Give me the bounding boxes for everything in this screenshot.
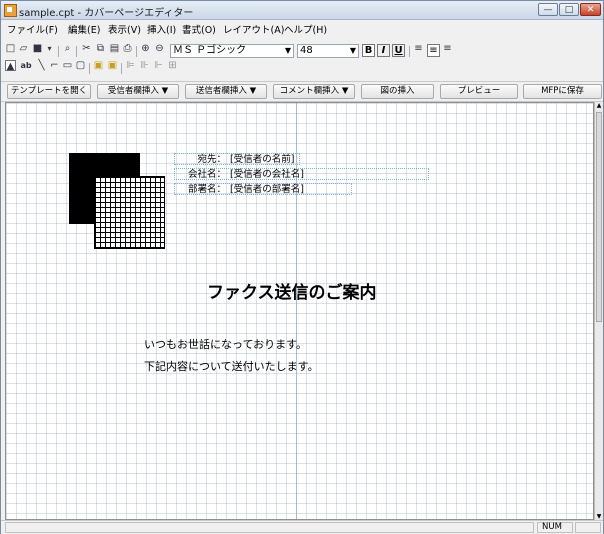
app-window: sample.cpt - カバーページエディター — □ ✕ ファイル(F) 編… [0,0,604,534]
fax-headline[interactable]: ファクス送信のご案内 [207,278,377,303]
bring-to-front-icon[interactable]: ▣ [93,60,104,71]
same-size-icon[interactable]: ⊞ [167,60,178,71]
align-left-icon[interactable]: ≡ [413,43,424,54]
recipient-name-label: 宛先： [197,154,226,165]
recipient-department-value: [受信者の部署名] [230,184,304,195]
app-icon [4,4,17,17]
open-folder-icon[interactable]: ▱ [18,43,29,54]
menu-file[interactable]: ファイル(F) [7,22,58,36]
rectangle-tool-icon[interactable]: ▭ [62,60,73,71]
menu-format[interactable]: 書式(O) [182,22,216,36]
toolbar-separator [89,63,90,74]
grid-square-shape[interactable] [94,176,165,249]
rounded-rectangle-tool-icon[interactable]: ▢ [75,60,86,71]
close-button[interactable]: ✕ [580,3,601,16]
insert-sender-button[interactable]: 送信者欄挿入 ▼ [185,84,267,99]
space-across-icon[interactable]: ⊪ [139,60,150,71]
center-guide-line [296,103,297,519]
menu-layout[interactable]: レイアウト(A) [223,22,284,36]
cut-icon[interactable]: ✂ [81,43,92,54]
recipient-company-label: 会社名： [187,169,226,180]
bold-button[interactable]: B [362,44,375,57]
select-arrow-icon[interactable]: ▲ [5,60,16,72]
recipient-name-value: [受信者の名前] [230,154,295,165]
find-icon[interactable]: ⌕ [62,43,73,54]
copy-icon[interactable]: ⧉ [95,43,106,54]
insert-image-button[interactable]: 図の挿入 [361,84,434,99]
recipient-department-label: 部署名： [187,184,226,195]
recipient-company-value: [受信者の会社名] [230,169,304,180]
open-template-button[interactable]: テンプレートを開く [7,84,91,99]
italic-button[interactable]: I [377,44,390,57]
space-down-icon[interactable]: ⊩ [153,60,164,71]
menu-view[interactable]: 表示(V) [108,22,141,36]
scroll-up-icon[interactable]: ▲ [595,102,603,109]
menu-bar: ファイル(F) 編集(E) 表示(V) 挿入(I) 書式(O) レイアウト(A)… [1,20,603,36]
chevron-down-icon: ▼ [284,46,291,55]
scroll-down-icon[interactable]: ▼ [595,513,603,520]
body-line-1[interactable]: いつもお世話になっております。 [144,336,307,352]
zoom-out-icon[interactable]: ⊖ [154,43,165,54]
body-line-2[interactable]: 下記内容について送付いたします。 [144,358,319,374]
minimize-button[interactable]: — [538,3,558,16]
font-name-value: ＭＳ Ｐゴシック [173,45,247,56]
preview-button[interactable]: プレビュー [440,84,518,99]
num-lock-indicator: NUM [537,522,573,533]
title-bar: sample.cpt - カバーページエディター — □ ✕ [1,1,603,20]
cover-page-canvas[interactable]: 宛先： [受信者の名前] 会社名： [受信者の会社名] 部署名： [受信者の部署… [5,102,594,520]
align-right-icon[interactable]: ≡ [442,43,453,54]
maximize-button[interactable]: □ [559,3,579,16]
toolbar-separator [409,46,410,57]
insert-recipient-button[interactable]: 受信者欄挿入 ▼ [97,84,179,99]
status-bar: NUM [1,520,603,534]
menu-help[interactable]: ヘルプ(H) [284,22,327,36]
window-title: sample.cpt - カバーページエディター [19,8,194,19]
save-icon[interactable]: ■ [32,43,43,54]
chevron-down-icon: ▼ [349,46,356,55]
toolbar-separator [58,46,59,57]
save-dropdown-icon[interactable]: ▾ [44,43,55,54]
toolbar-separator [121,63,122,74]
zoom-in-icon[interactable]: ⊕ [140,43,151,54]
paste-icon[interactable]: ▤ [109,43,120,54]
vertical-scrollbar[interactable]: ▲ ▼ [594,102,603,520]
underline-button[interactable]: U [392,44,405,57]
toolbar-separator [136,46,137,57]
status-extra-pane [575,522,601,533]
insert-comment-button[interactable]: コメント欄挿入 ▼ [273,84,355,99]
polygon-tool-icon[interactable]: ⌐ [49,60,60,71]
line-tool-icon[interactable]: ╲ [36,60,47,71]
menu-insert[interactable]: 挿入(I) [147,22,176,36]
print-icon[interactable]: ⎙ [122,43,133,54]
font-name-select[interactable]: ＭＳ Ｐゴシック ▼ [170,44,294,58]
font-size-value: 48 [300,45,313,56]
command-bar: テンプレートを開く 受信者欄挿入 ▼ 送信者欄挿入 ▼ コメント欄挿入 ▼ 図の… [1,81,603,102]
drawing-toolbar: ▲ ab ╲ ⌐ ▭ ▢ ▣ ▣ ⊫ ⊪ ⊩ ⊞ [1,60,603,77]
text-tool-icon[interactable]: ab [19,60,33,71]
status-message-pane [5,522,534,533]
align-center-icon[interactable]: ≡ [427,44,440,57]
menu-edit[interactable]: 編集(E) [68,22,100,36]
scrollbar-thumb[interactable] [596,112,602,322]
save-to-mfp-button[interactable]: MFPに保存 [523,84,602,99]
toolbar-separator [76,46,77,57]
font-size-select[interactable]: 48 ▼ [297,44,359,58]
new-file-icon[interactable]: □ [5,43,16,54]
send-to-back-icon[interactable]: ▣ [107,60,118,71]
align-objects-icon[interactable]: ⊫ [125,60,136,71]
standard-toolbar: □ ▱ ■ ▾ ⌕ ✂ ⧉ ▤ ⎙ ⊕ ⊖ ＭＳ Ｐゴシック ▼ 48 ▼ B I … [1,43,603,60]
